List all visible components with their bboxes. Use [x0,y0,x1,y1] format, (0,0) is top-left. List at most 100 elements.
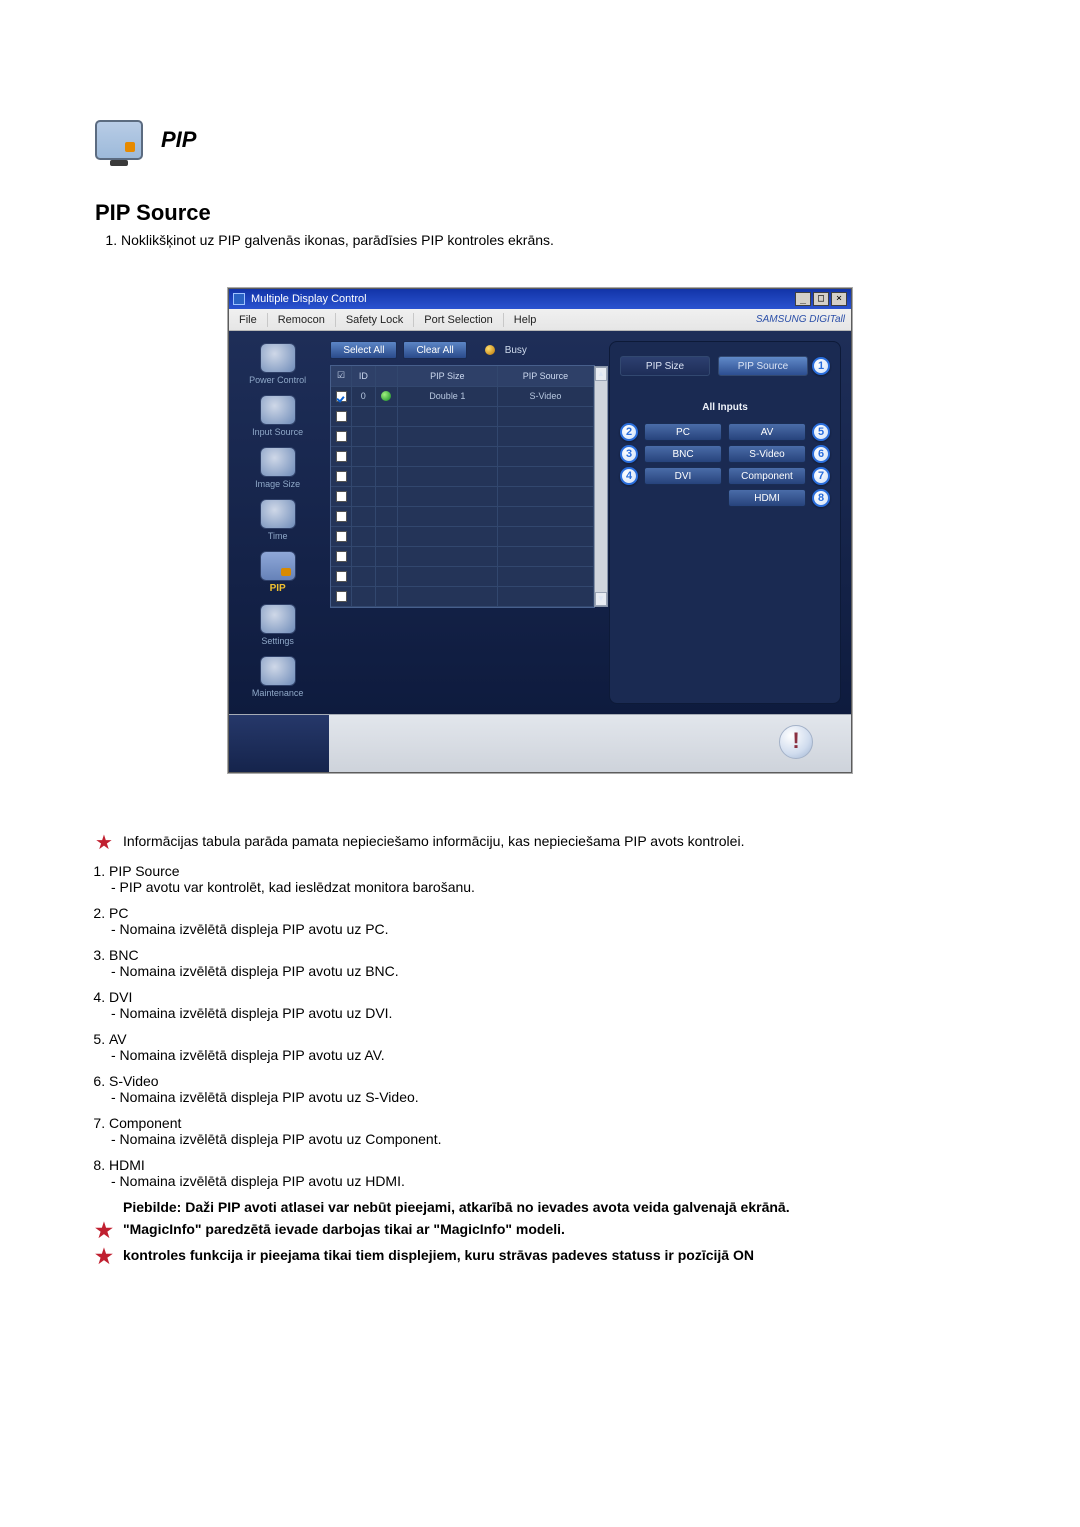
item-title: PC [109,905,128,921]
col-id[interactable]: ID [351,366,375,386]
col-led[interactable] [375,366,397,386]
cell-id [351,546,375,566]
input-av-button[interactable]: AV [728,423,806,441]
info-alert-icon[interactable]: ! [779,725,813,759]
input-bnc-button[interactable]: BNC [644,445,722,463]
cell-size [397,406,497,426]
menu-port-selection[interactable]: Port Selection [414,314,502,326]
cell-check[interactable] [331,426,351,446]
table-row[interactable] [331,546,593,566]
table-header-row: ☑ ID PIP Size PIP Source [331,366,593,386]
bold-note-2: ★ kontroles funkcija ir pieejama tikai t… [95,1247,985,1267]
item-sub: - Nomaina izvēlētā displeja PIP avotu uz… [111,1131,441,1147]
sidebar-item-settings[interactable]: Settings [234,602,322,652]
sidebar-item-maintenance[interactable]: Maintenance [234,654,322,704]
cell-size [397,546,497,566]
cell-source [497,466,593,486]
cell-led [375,466,397,486]
table-row[interactable] [331,446,593,466]
info-row: ★ Informācijas tabula parāda pamata nepi… [95,833,985,853]
sidebar-item-time[interactable]: Time [234,497,322,547]
sidebar-item-label: Image Size [255,479,300,489]
item-sub: - Nomaina izvēlētā displeja PIP avotu uz… [111,1173,405,1189]
cell-check[interactable] [331,526,351,546]
input-svideo-button[interactable]: S-Video [728,445,806,463]
cell-check[interactable] [331,386,351,406]
col-check[interactable]: ☑ [331,366,351,386]
table-row[interactable]: 0Double 1S-Video [331,386,593,406]
item-sub: - PIP avotu var kontrolēt, kad ieslēdzat… [111,879,475,895]
cell-id [351,426,375,446]
intro-list: Noklikšķinot uz PIP galvenās ikonas, par… [121,232,985,248]
item-title: PIP Source [109,863,180,879]
description-item: S-Video- Nomaina izvēlētā displeja PIP a… [109,1073,985,1105]
window-maximize-button[interactable]: □ [813,292,829,306]
sidebar-item-label: Settings [261,636,294,646]
description-item: BNC- Nomaina izvēlētā displeja PIP avotu… [109,947,985,979]
cell-size [397,566,497,586]
cell-check[interactable] [331,566,351,586]
col-size[interactable]: PIP Size [397,366,497,386]
app-icon [233,293,245,305]
col-source[interactable]: PIP Source [497,366,593,386]
cell-check[interactable] [331,446,351,466]
cell-check[interactable] [331,406,351,426]
menu-remocon[interactable]: Remocon [268,314,335,326]
clear-all-button[interactable]: Clear All [403,341,466,359]
cell-led [375,546,397,566]
item-sub: - Nomaina izvēlētā displeja PIP avotu uz… [111,921,389,937]
doc-header: PIP [95,120,985,160]
select-all-button[interactable]: Select All [330,341,397,359]
table-row[interactable] [331,486,593,506]
table-row[interactable] [331,566,593,586]
bold-note-1: ★ "MagicInfo" paredzētā ievade darbojas … [95,1221,985,1241]
table-row[interactable] [331,506,593,526]
center-panel: Select All Clear All Busy ☑ ID PIP Size … [326,331,599,714]
cell-check[interactable] [331,546,351,566]
table-row[interactable] [331,406,593,426]
table-row[interactable] [331,526,593,546]
cell-source [497,406,593,426]
input-dvi-button[interactable]: DVI [644,467,722,485]
scroll-down-button[interactable]: ▼ [595,592,607,606]
table-row[interactable] [331,466,593,486]
window-title: Multiple Display Control [251,293,367,305]
callout-4: 4 [620,467,638,485]
input-pc-button[interactable]: PC [644,423,722,441]
table-row[interactable] [331,426,593,446]
input-hdmi-button[interactable]: HDMI [728,489,806,507]
sidebar-item-input[interactable]: Input Source [234,393,322,443]
scrollbar[interactable]: ▲ ▼ [594,366,608,607]
callout-2: 2 [620,423,638,441]
table-row[interactable] [331,586,593,606]
item-title: HDMI [109,1157,145,1173]
menu-help[interactable]: Help [504,314,547,326]
all-inputs-label: All Inputs [702,402,748,413]
window-minimize-button[interactable]: _ [795,292,811,306]
window-close-button[interactable]: × [831,292,847,306]
cell-led [375,406,397,426]
star-icon: ★ [95,1221,113,1241]
cell-id [351,466,375,486]
menu-safety-lock[interactable]: Safety Lock [336,314,413,326]
sidebar-item-image-size[interactable]: Image Size [234,445,322,495]
cell-check[interactable] [331,586,351,606]
tab-pip-size[interactable]: PIP Size [620,356,710,376]
cell-size [397,506,497,526]
input-component-button[interactable]: Component [728,467,806,485]
scroll-up-button[interactable]: ▲ [595,367,607,381]
sidebar-item-power[interactable]: Power Control [234,341,322,391]
cell-check[interactable] [331,506,351,526]
sidebar-item-pip[interactable]: PIP [234,549,322,600]
item-sub: - Nomaina izvēlētā displeja PIP avotu uz… [111,963,399,979]
cell-check[interactable] [331,466,351,486]
tab-pip-source[interactable]: PIP Source [718,356,808,376]
sidebar-item-label: Input Source [252,427,303,437]
sidebar-item-label: Time [268,531,288,541]
cell-size [397,466,497,486]
cell-check[interactable] [331,486,351,506]
maintenance-icon [260,656,296,686]
cell-led [375,526,397,546]
input-source-icon [260,395,296,425]
menu-file[interactable]: File [229,314,267,326]
